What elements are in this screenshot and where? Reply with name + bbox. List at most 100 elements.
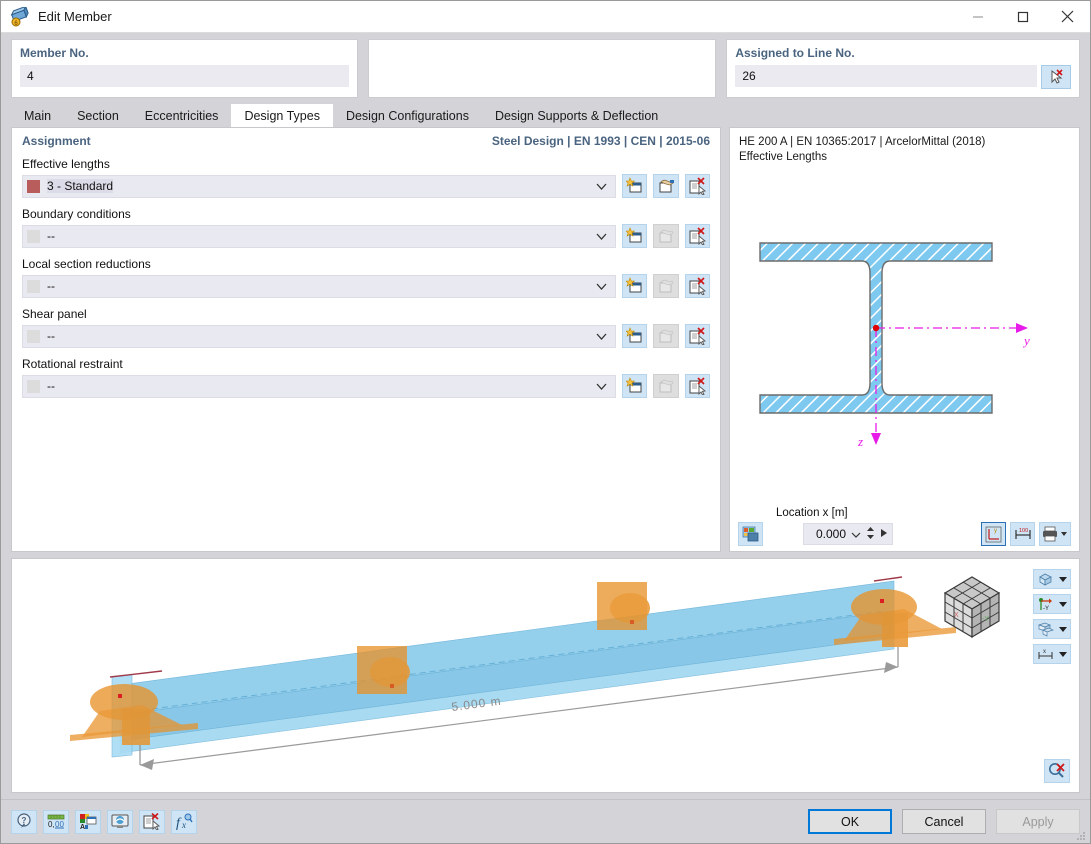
view-toolbar: -Y x (1033, 569, 1071, 664)
tab-design-supports-deflection[interactable]: Design Supports & Deflection (481, 104, 672, 128)
swatch-effective-lengths (27, 179, 40, 193)
delete-boundary-conditions-button[interactable] (684, 224, 710, 248)
combo-value-shear-panel: -- (47, 329, 55, 343)
location-x-value: 0.000 (815, 527, 846, 541)
minimize-icon[interactable] (955, 1, 1000, 33)
units-icon[interactable]: 0, 00 (43, 809, 69, 834)
close-icon[interactable] (1045, 1, 1090, 33)
window-title: Edit Member (38, 9, 112, 24)
new-shear-panel-button[interactable] (622, 324, 648, 348)
swatch-local-section-reductions (27, 279, 40, 293)
chevron-down-icon[interactable] (851, 527, 861, 541)
dimension-display-icon[interactable]: x (1033, 644, 1071, 664)
axes-display-icon[interactable]: y (981, 522, 1006, 546)
ok-button[interactable]: OK (808, 809, 892, 834)
support-mid-left (357, 646, 410, 694)
dimensions-icon[interactable]: 100 (1010, 522, 1035, 546)
combo-value-local-section-reductions: -- (47, 279, 55, 293)
view-cube-icon[interactable]: X -Y (937, 571, 1007, 643)
row-boundary-conditions: Boundary conditions -- (22, 207, 710, 248)
deselect-icon[interactable] (139, 809, 165, 834)
body-area: Assignment Steel Design | EN 1993 | CEN … (1, 127, 1090, 552)
title-bar: 6 Edit Member (1, 1, 1090, 33)
delete-effective-lengths-button[interactable] (684, 174, 710, 198)
tab-main[interactable]: Main (11, 104, 65, 128)
spinner-arrows-icon[interactable] (866, 526, 875, 543)
delete-shear-panel-button[interactable] (684, 324, 710, 348)
edit-effective-lengths-button[interactable] (653, 174, 679, 198)
cancel-button[interactable]: Cancel (902, 809, 986, 834)
row-effective-lengths: Effective lengths 3 - Standard (22, 157, 710, 198)
new-boundary-conditions-button[interactable] (622, 224, 648, 248)
visual-settings-icon[interactable] (107, 809, 133, 834)
label-rotational-restraint: Rotational restraint (22, 357, 123, 371)
chevron-down-icon (596, 379, 607, 393)
next-location-icon[interactable] (880, 527, 888, 541)
tab-section[interactable]: Section (64, 104, 132, 128)
bottom-bar: ? 0, 00 A f x OK Cancel Apply (1, 799, 1090, 843)
pick-line-icon[interactable] (1041, 65, 1071, 89)
design-standard-label: Steel Design | EN 1993 | CEN | 2015-06 (491, 134, 710, 148)
assigned-line-group: Assigned to Line No. 26 (726, 39, 1080, 98)
axis-z-label: z (857, 434, 863, 449)
new-rotational-restraint-button[interactable] (622, 374, 648, 398)
combo-value-rotational-restraint: -- (47, 379, 55, 393)
location-x-stepper[interactable]: 0.000 (803, 523, 893, 545)
delete-local-section-reductions-button[interactable] (684, 274, 710, 298)
new-effective-lengths-button[interactable] (622, 174, 648, 198)
tab-design-configurations[interactable]: Design Configurations (332, 104, 482, 128)
member-no-input[interactable]: 4 (20, 65, 349, 87)
assigned-line-input[interactable]: 26 (735, 65, 1037, 87)
tab-design-types[interactable]: Design Types (231, 104, 333, 128)
tab-strip: Main Section Eccentricities Design Types… (1, 102, 1090, 128)
zoom-reset-icon[interactable] (1044, 759, 1070, 783)
formula-icon[interactable]: f x (171, 809, 197, 834)
edit-rotational-restraint-button (653, 374, 679, 398)
print-icon[interactable] (1039, 522, 1071, 546)
chevron-down-icon (596, 279, 607, 293)
info-icon[interactable]: ? (11, 809, 37, 834)
location-x-label: Location x [m] (776, 507, 848, 519)
render-quality-icon[interactable] (1033, 619, 1071, 639)
combo-local-section-reductions[interactable]: -- (22, 274, 616, 298)
swatch-boundary-conditions (27, 229, 40, 243)
resize-grip[interactable] (1076, 830, 1086, 840)
delete-rotational-restraint-button[interactable] (684, 374, 710, 398)
edit-boundary-conditions-button (653, 224, 679, 248)
combo-rotational-restraint[interactable]: -- (22, 374, 616, 398)
combo-shear-panel[interactable]: -- (22, 324, 616, 348)
combo-value-effective-lengths: 3 - Standard (47, 179, 114, 193)
row-shear-panel: Shear panel -- (22, 307, 710, 348)
label-shear-panel: Shear panel (22, 307, 87, 321)
header-row: Member No. 4 Assigned to Line No. 26 (1, 33, 1090, 102)
section-drawing[interactable]: y z (730, 165, 1079, 505)
support-mid-right (597, 582, 650, 630)
tab-eccentricities[interactable]: Eccentricities (131, 104, 232, 128)
section-preview-panel: HE 200 A | EN 10365:2017 | ArcelorMittal… (729, 127, 1080, 552)
wireframe-view-icon[interactable] (1033, 569, 1071, 589)
axis-y-label: y (1022, 333, 1030, 348)
edit-shear-panel-button (653, 324, 679, 348)
combo-boundary-conditions[interactable]: -- (22, 224, 616, 248)
member-no-label: Member No. (20, 46, 89, 60)
apply-button: Apply (996, 809, 1080, 834)
new-local-section-reductions-button[interactable] (622, 274, 648, 298)
svg-text:y: y (994, 528, 997, 534)
section-info-line1: HE 200 A | EN 10365:2017 | ArcelorMittal… (739, 136, 986, 148)
axis-orientation-icon[interactable]: -Y (1033, 594, 1071, 614)
svg-text:100: 100 (1019, 528, 1028, 534)
chevron-down-icon (596, 229, 607, 243)
section-footer: Location x [m] 0.000 y 100 (730, 505, 1079, 551)
assignment-title: Assignment (22, 134, 91, 148)
assignment-panel: Assignment Steel Design | EN 1993 | CEN … (11, 127, 721, 552)
display-properties-icon[interactable]: A (75, 809, 101, 834)
assigned-line-label: Assigned to Line No. (735, 46, 855, 60)
label-boundary-conditions: Boundary conditions (22, 207, 131, 221)
window-controls (955, 1, 1090, 33)
section-info: HE 200 A | EN 10365:2017 | ArcelorMittal… (730, 128, 1079, 165)
model-3d-view[interactable]: 5.000 m X -Y -Y x (11, 558, 1080, 793)
maximize-icon[interactable] (1000, 1, 1045, 33)
combo-effective-lengths[interactable]: 3 - Standard (22, 174, 616, 198)
render-mode-icon[interactable] (738, 522, 763, 546)
svg-text:?: ? (21, 816, 26, 825)
